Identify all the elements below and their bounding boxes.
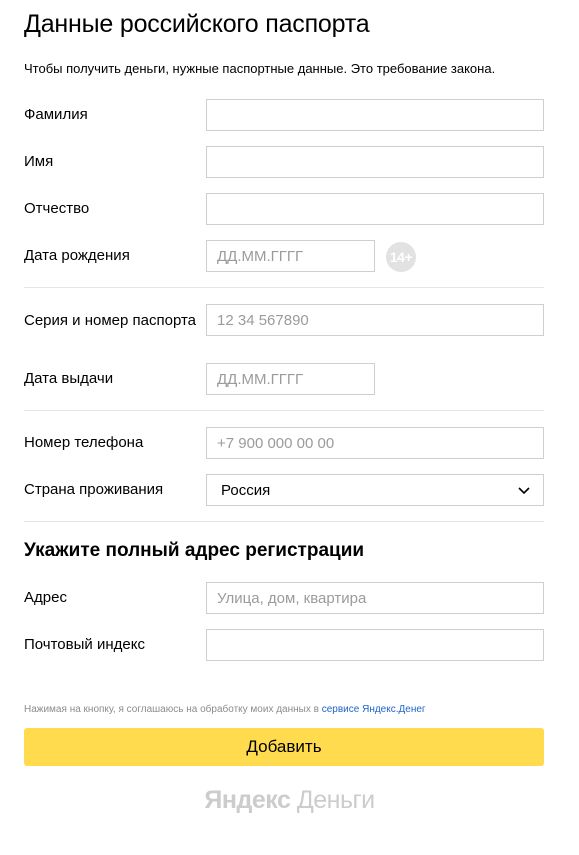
patronymic-label: Отчество <box>24 200 90 217</box>
age-restriction-badge: 14+ <box>386 242 416 272</box>
address-row: Адрес <box>24 582 544 614</box>
yandex-money-logo: Яндекс Деньги <box>0 786 579 815</box>
surname-label: Фамилия <box>24 106 88 123</box>
phone-label: Номер телефона <box>24 434 144 451</box>
country-row: Страна проживания Россия <box>24 474 544 506</box>
passport-number-label: Серия и номер паспорта <box>24 312 197 329</box>
name-input[interactable] <box>206 146 544 178</box>
page-title: Данные российского паспорта <box>24 10 370 38</box>
address-label: Адрес <box>24 589 67 606</box>
phone-row: Номер телефона <box>24 427 544 459</box>
issue-date-input[interactable] <box>206 363 375 395</box>
country-label: Страна проживания <box>24 481 164 498</box>
birth-date-input[interactable] <box>206 240 375 272</box>
birth-date-label: Дата рождения <box>24 247 130 264</box>
divider <box>24 410 544 411</box>
name-label: Имя <box>24 153 54 170</box>
passport-number-row: Серия и номер паспорта <box>24 304 544 336</box>
issue-date-row: Дата выдачи <box>24 363 544 395</box>
country-select[interactable]: Россия <box>206 474 544 506</box>
service-link[interactable]: сервисе Яндекс.Денег <box>322 704 426 715</box>
phone-input[interactable] <box>206 427 544 459</box>
country-selected-value: Россия <box>221 481 271 499</box>
patronymic-input[interactable] <box>206 193 544 225</box>
address-section-title: Укажите полный адрес регистрации <box>24 540 365 561</box>
chevron-down-icon <box>518 487 530 495</box>
birth-date-row: Дата рождения 14+ <box>24 240 544 272</box>
postal-code-label: Почтовый индекс <box>24 636 145 653</box>
surname-row: Фамилия <box>24 99 544 131</box>
divider <box>24 521 544 522</box>
patronymic-row: Отчество <box>24 193 544 225</box>
logo-brand: Яндекс <box>204 786 291 814</box>
surname-input[interactable] <box>206 99 544 131</box>
passport-number-input[interactable] <box>206 304 544 336</box>
address-input[interactable] <box>206 582 544 614</box>
add-button[interactable]: Добавить <box>24 728 544 766</box>
consent-label: Нажимая на кнопку, я соглашаюсь на обраб… <box>24 704 319 715</box>
issue-date-label: Дата выдачи <box>24 370 114 387</box>
postal-code-row: Почтовый индекс <box>24 629 544 661</box>
intro-text: Чтобы получить деньги, нужные паспортные… <box>24 61 496 76</box>
logo-product: Деньги <box>296 786 375 814</box>
consent-text: Нажимая на кнопку, я соглашаюсь на обраб… <box>24 704 426 715</box>
divider <box>24 287 544 288</box>
postal-code-input[interactable] <box>206 629 544 661</box>
name-row: Имя <box>24 146 544 178</box>
